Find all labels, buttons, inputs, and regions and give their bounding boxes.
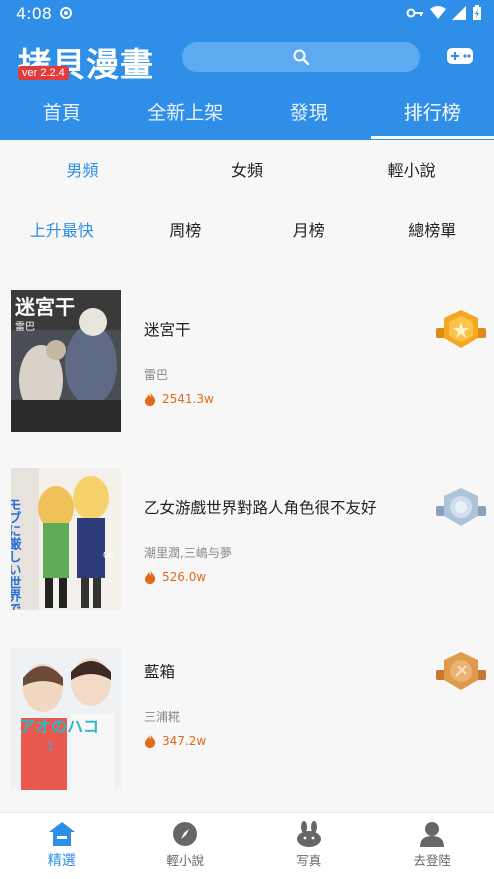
wifi-icon [430, 6, 446, 20]
category-tab-light-novel[interactable]: 輕小說 [329, 150, 494, 192]
cover-volume-text: 1 [47, 740, 54, 753]
app-header: 4:08 拷貝漫畫 ver 2.2.4 [0, 0, 494, 140]
fire-icon [144, 570, 156, 584]
cover-image: モブに厳しい世界です 06 [11, 468, 121, 610]
comic-heat: 526.0w [144, 570, 206, 584]
nav-login[interactable]: 去登陸 [371, 813, 494, 879]
heat-value: 526.0w [162, 570, 206, 584]
nav-label: 輕小說 [166, 850, 204, 869]
heat-value: 347.2w [162, 734, 206, 748]
period-tab-weekly[interactable]: 周榜 [124, 210, 248, 252]
cover-image: アオのハコ 1 [11, 648, 121, 790]
comic-author: 三浦糀 [144, 708, 180, 725]
compass-icon [172, 821, 198, 847]
heat-value: 2541.3w [162, 392, 214, 406]
signal-icon [452, 6, 466, 20]
nav-light-novel[interactable]: 輕小說 [124, 813, 248, 879]
cover-title-text: アオのハコ [19, 717, 99, 736]
comic-author: 雷巴 [144, 366, 168, 383]
ranking-period-tabs: 上升最快 周榜 月榜 總榜單 [0, 210, 494, 252]
search-icon [293, 49, 309, 65]
ranking-item[interactable]: モブに厳しい世界です 06 乙女游戲世界對路人角色很不友好 潮里潤,三嶋与夢 5… [0, 468, 494, 628]
cover-image: 迷宮干 雷巴 [11, 290, 121, 432]
ranking-item[interactable]: アオのハコ 1 藍箱 三浦糀 347.2w [0, 648, 494, 808]
comic-cover[interactable]: アオのハコ 1 [11, 648, 121, 790]
tab-new-releases[interactable]: 全新上架 [124, 92, 248, 136]
category-tab-female[interactable]: 女頻 [165, 150, 330, 192]
settings-status-icon [58, 5, 74, 21]
bunny-icon [296, 821, 322, 847]
tab-active-indicator [371, 136, 494, 139]
silver-medal-icon [436, 486, 486, 530]
period-tab-all-time[interactable]: 總榜單 [371, 210, 494, 252]
nav-featured[interactable]: 精選 [0, 813, 124, 879]
vpn-key-icon [406, 7, 424, 19]
home-icon [48, 821, 76, 847]
main-tabs: 首頁 全新上架 發現 排行榜 [0, 92, 494, 136]
nav-label: 去登陸 [413, 850, 451, 869]
comic-title: 乙女游戲世界對路人角色很不友好 [144, 496, 377, 518]
version-badge: ver 2.2.4 [18, 66, 69, 80]
cover-title-text: モブに厳しい世界です [11, 498, 21, 610]
fire-icon [144, 734, 156, 748]
comic-heat: 347.2w [144, 734, 206, 748]
status-time: 4:08 [16, 4, 52, 23]
cover-title-text: 迷宮干 [14, 295, 75, 319]
comic-title: 藍箱 [144, 660, 175, 682]
cover-volume-text: 06 [103, 551, 115, 561]
gamepad-icon[interactable] [446, 46, 474, 66]
ranking-item[interactable]: 迷宮干 雷巴 迷宮干 雷巴 2541.3w [0, 290, 494, 450]
comic-cover[interactable]: 迷宮干 雷巴 [11, 290, 121, 432]
tab-discover[interactable]: 發現 [247, 92, 371, 136]
category-tab-male[interactable]: 男頻 [0, 150, 165, 192]
nav-label: 精選 [48, 850, 76, 870]
bronze-medal-icon [436, 650, 486, 694]
period-tab-monthly[interactable]: 月榜 [247, 210, 371, 252]
status-icons [406, 5, 482, 21]
gold-medal-icon [436, 308, 486, 352]
comic-cover[interactable]: モブに厳しい世界です 06 [11, 468, 121, 610]
comic-author: 潮里潤,三嶋与夢 [144, 544, 232, 561]
bottom-navigation: 精選 輕小說 写真 去登陸 [0, 812, 494, 879]
fire-icon [144, 392, 156, 406]
battery-icon [472, 5, 482, 21]
status-bar: 4:08 [0, 0, 494, 28]
category-tabs: 男頻 女頻 輕小說 [0, 150, 494, 192]
comic-heat: 2541.3w [144, 392, 214, 406]
nav-photo[interactable]: 写真 [247, 813, 371, 879]
title-bar: 拷貝漫畫 ver 2.2.4 [0, 38, 494, 90]
search-bar[interactable] [182, 42, 420, 72]
nav-label: 写真 [296, 850, 321, 869]
cover-author-text: 雷巴 [15, 321, 35, 333]
tab-home[interactable]: 首頁 [0, 92, 124, 136]
comic-title: 迷宮干 [144, 318, 191, 340]
period-tab-rising[interactable]: 上升最快 [0, 210, 124, 252]
user-icon [419, 821, 445, 847]
tab-ranking[interactable]: 排行榜 [371, 92, 494, 136]
